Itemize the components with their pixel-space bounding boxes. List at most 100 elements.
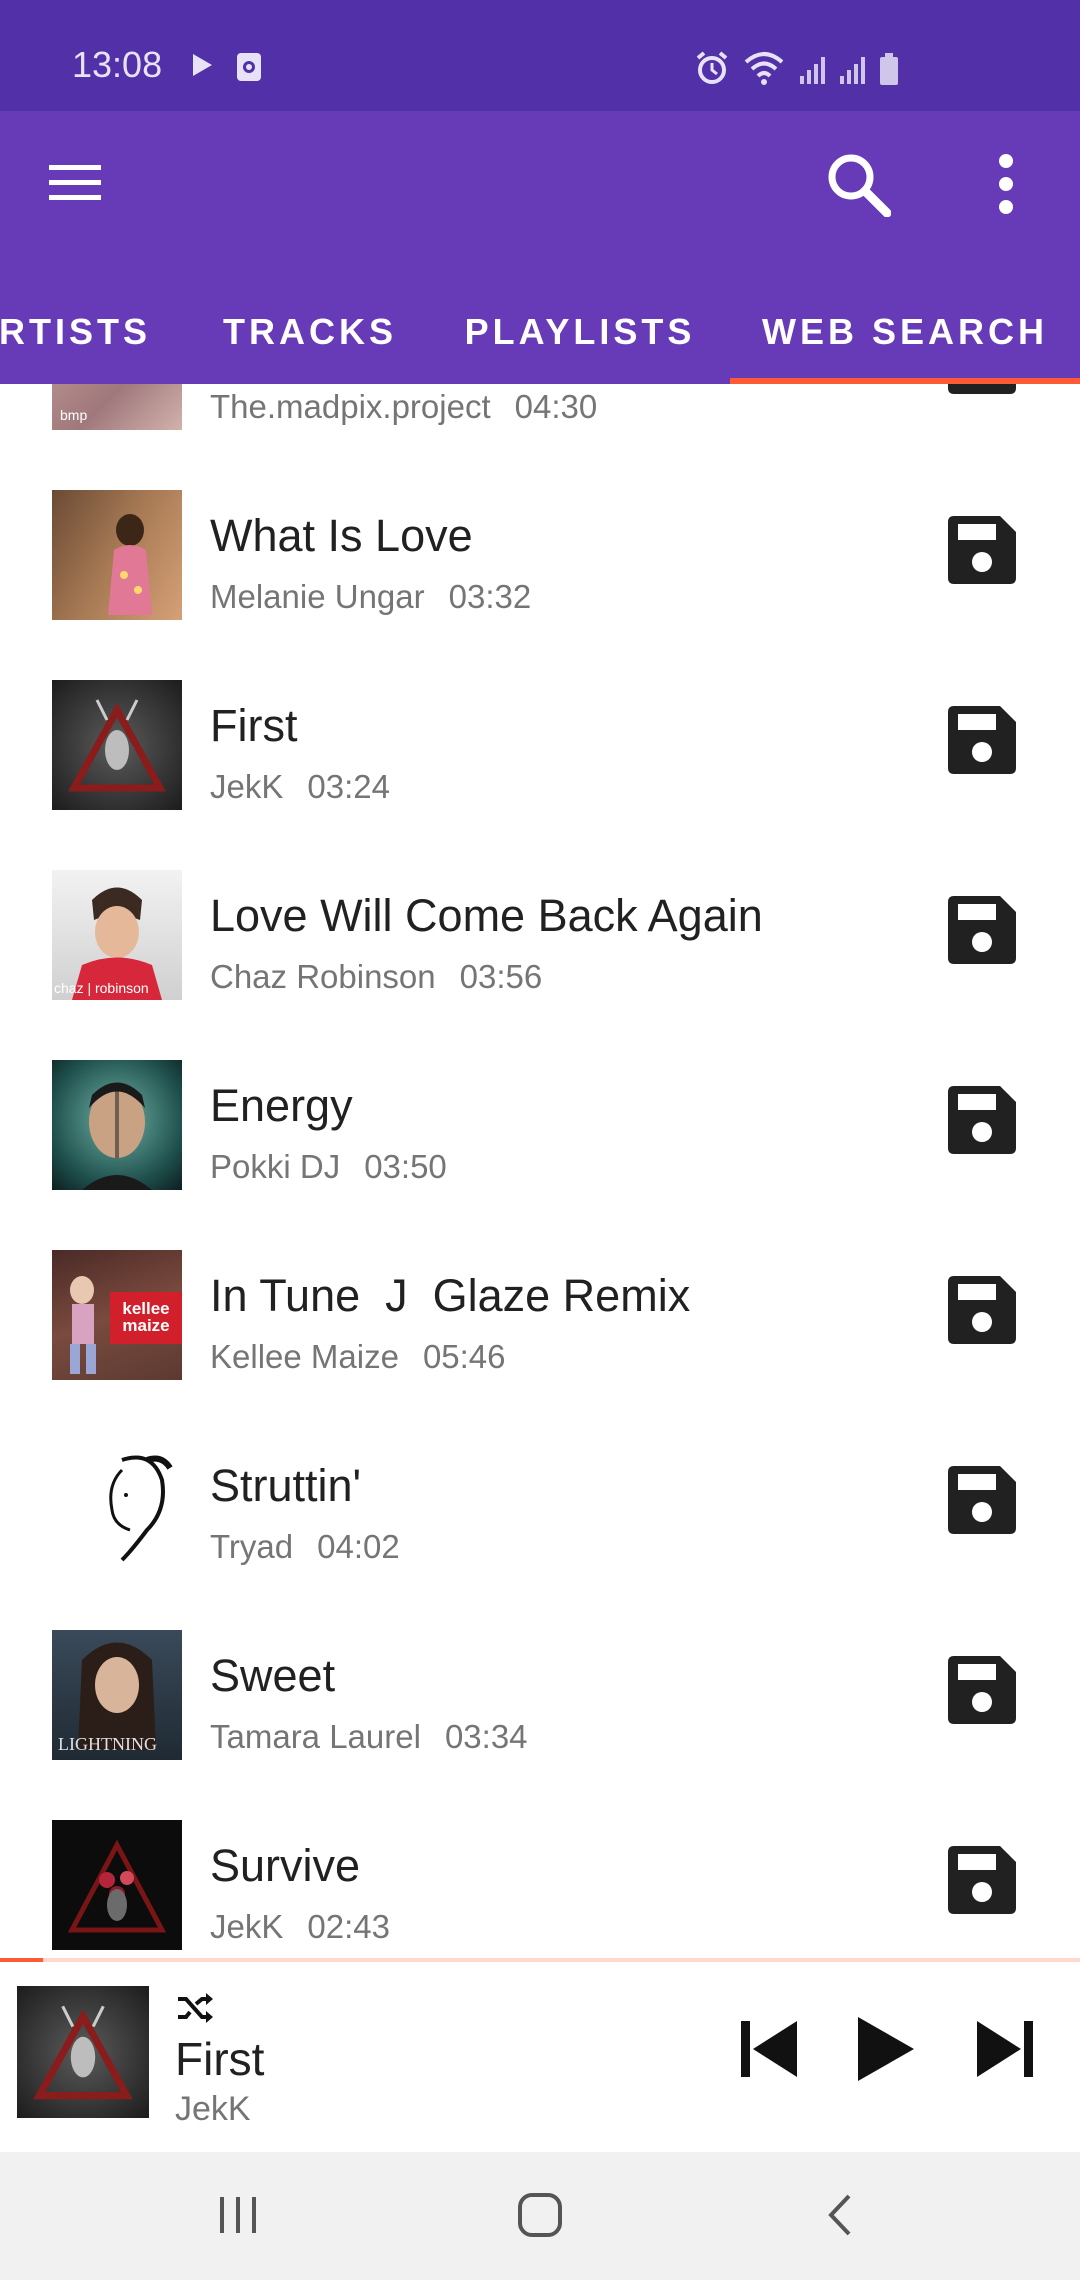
track-artist: The.madpix.project xyxy=(210,388,491,425)
track-subtitle: Melanie Ungar 03:32 xyxy=(210,578,531,616)
track-subtitle: Tamara Laurel 03:34 xyxy=(210,1718,528,1756)
recent-apps-button[interactable] xyxy=(198,2182,278,2252)
track-row[interactable]: Energy Pokki DJ 03:50 xyxy=(0,1024,1080,1214)
home-icon xyxy=(517,2192,563,2243)
recent-apps-icon xyxy=(216,2195,260,2240)
save-icon xyxy=(946,1084,1018,1161)
album-art xyxy=(52,680,182,810)
album-art: kellee maize xyxy=(52,1250,182,1380)
save-button[interactable] xyxy=(940,510,1024,594)
screen-record-icon xyxy=(236,52,262,87)
now-playing-title: First xyxy=(175,2033,265,2085)
track-title: Sweet xyxy=(210,1650,336,1701)
skip-previous-icon xyxy=(737,2017,801,2086)
track-duration: 02:43 xyxy=(307,1908,390,1945)
track-title: Energy xyxy=(210,1080,353,1131)
save-button[interactable] xyxy=(940,1270,1024,1354)
track-title: Struttin' xyxy=(210,1460,362,1511)
search-button[interactable] xyxy=(818,146,898,226)
tab-label: WEB SEARCH xyxy=(761,311,1048,352)
save-button[interactable] xyxy=(940,1080,1024,1164)
track-duration: 03:50 xyxy=(364,1148,447,1185)
track-artist: Pokki DJ xyxy=(210,1148,341,1185)
track-artist: Chaz Robinson xyxy=(210,958,436,995)
track-artist: Melanie Ungar xyxy=(210,578,425,615)
album-art: LIGHTNING xyxy=(52,1630,182,1760)
track-title: First xyxy=(210,700,298,751)
album-art xyxy=(52,1440,182,1570)
menu-button[interactable] xyxy=(40,150,110,220)
save-icon xyxy=(946,514,1018,591)
status-time: 13:08 xyxy=(72,44,163,85)
save-button[interactable] xyxy=(940,1650,1024,1734)
status-right-icons xyxy=(694,50,900,91)
track-duration: 04:30 xyxy=(514,388,598,425)
save-icon xyxy=(946,1654,1018,1731)
signal-icon xyxy=(798,54,826,91)
tab-web-search[interactable]: WEB SEARCH xyxy=(730,282,1080,382)
signal-icon xyxy=(838,54,866,91)
track-title: Love Will Come Back Again xyxy=(210,890,763,941)
save-icon xyxy=(946,1844,1018,1921)
previous-button[interactable] xyxy=(724,2006,814,2096)
more-vert-icon xyxy=(996,153,1016,220)
tab-playlists[interactable]: PLAYLISTS xyxy=(440,282,720,382)
track-subtitle: Tryad 04:02 xyxy=(210,1528,400,1566)
album-art-caption: kellee maize xyxy=(122,1299,170,1335)
track-artist: Kellee Maize xyxy=(210,1338,399,1375)
next-button[interactable] xyxy=(960,2006,1050,2096)
now-playing-bar[interactable]: First JekK xyxy=(0,1958,1080,2152)
track-duration: 03:56 xyxy=(459,958,543,995)
alarm-icon xyxy=(694,50,730,91)
skip-next-icon xyxy=(973,2017,1037,2086)
track-row[interactable]: Survive JekK 02:43 xyxy=(0,1784,1080,1958)
album-art: bmp xyxy=(52,384,182,430)
wifi-icon xyxy=(742,50,786,91)
save-icon xyxy=(946,1464,1018,1541)
now-playing-artist: JekK xyxy=(175,2090,251,2128)
playback-progress-track[interactable] xyxy=(0,1958,1080,1962)
save-button[interactable] xyxy=(940,890,1024,974)
save-button[interactable] xyxy=(940,700,1024,784)
track-title: What Is Love xyxy=(210,510,473,561)
track-duration: 03:34 xyxy=(444,1718,528,1755)
album-art-caption: LIGHTNING xyxy=(58,1734,157,1754)
shuffle-button[interactable] xyxy=(170,1988,220,2032)
track-row[interactable]: kellee maize In Tune J Glaze Remix Kelle… xyxy=(0,1214,1080,1404)
track-artist: Tamara Laurel xyxy=(210,1718,421,1755)
track-row[interactable]: LIGHTNING Sweet Tamara Laurel 03:34 xyxy=(0,1594,1080,1784)
track-list[interactable]: bmp The.madpix.project 04:30 What Is Love… xyxy=(0,384,1080,1958)
tab-artists[interactable]: RTISTS xyxy=(0,282,170,382)
track-row[interactable]: bmp The.madpix.project 04:30 xyxy=(0,384,1080,454)
album-art xyxy=(52,1820,182,1950)
track-row[interactable]: chaz | robinson Love Will Come Back Agai… xyxy=(0,834,1080,1024)
status-bar: 13:08 xyxy=(0,0,1080,111)
track-duration: 03:32 xyxy=(448,578,532,615)
battery-icon xyxy=(878,52,900,91)
more-options-button[interactable] xyxy=(966,146,1046,226)
track-artist: JekK xyxy=(210,1908,284,1945)
track-title: In Tune J Glaze Remix xyxy=(210,1270,691,1321)
track-artist: JekK xyxy=(210,768,284,805)
album-art xyxy=(52,1060,182,1190)
save-button[interactable] xyxy=(940,1460,1024,1544)
track-duration: 04:02 xyxy=(317,1528,400,1565)
back-button[interactable] xyxy=(800,2182,880,2252)
tab-tracks[interactable]: TRACKS xyxy=(190,282,430,382)
save-icon xyxy=(946,384,1018,401)
save-button[interactable] xyxy=(940,1840,1024,1924)
now-playing-album-art[interactable] xyxy=(17,1986,149,2118)
track-subtitle: JekK 02:43 xyxy=(210,1908,390,1946)
shuffle-icon xyxy=(176,1992,214,2028)
play-button[interactable] xyxy=(838,2006,934,2096)
playback-progress-fill xyxy=(0,1958,44,1962)
track-subtitle: Kellee Maize 05:46 xyxy=(210,1338,506,1376)
home-button[interactable] xyxy=(500,2182,580,2252)
save-icon xyxy=(946,1274,1018,1351)
track-row[interactable]: First JekK 03:24 xyxy=(0,644,1080,834)
track-row[interactable]: What Is Love Melanie Ungar 03:32 xyxy=(0,454,1080,644)
track-row[interactable]: Struttin' Tryad 04:02 xyxy=(0,1404,1080,1594)
save-icon xyxy=(946,704,1018,781)
track-subtitle: Chaz Robinson 03:56 xyxy=(210,958,542,996)
save-button[interactable] xyxy=(940,384,1024,404)
